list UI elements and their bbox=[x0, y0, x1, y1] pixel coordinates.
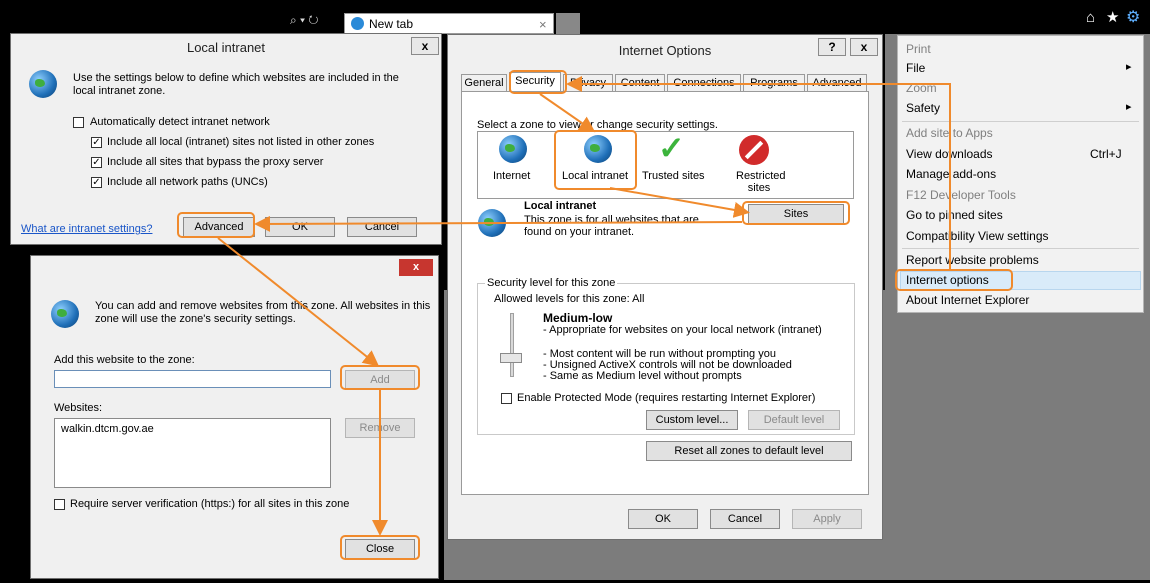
arrow-zone-to-sites bbox=[609, 187, 750, 218]
annotation-arrows bbox=[217, 76, 951, 536]
arrow-advanced-to-add bbox=[217, 237, 380, 367]
arrow-security-to-zone bbox=[539, 93, 596, 133]
arrow-menu-to-security bbox=[566, 76, 951, 270]
arrow-sites-to-advanced bbox=[254, 215, 743, 232]
